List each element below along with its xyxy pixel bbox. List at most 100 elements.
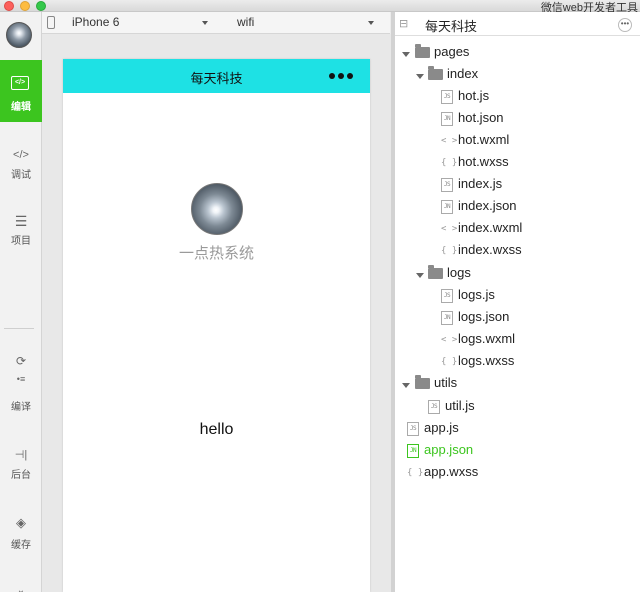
tree-file[interactable]: { } index.wxss bbox=[395, 241, 640, 263]
js-file-icon: JS bbox=[441, 90, 453, 104]
project-title: 每天科技 bbox=[425, 19, 478, 34]
hello-text: hello bbox=[199, 421, 234, 438]
tree-file[interactable]: < > index.wxml bbox=[395, 219, 640, 241]
file-name: hot.wxml bbox=[458, 132, 510, 147]
tree-file[interactable]: { } hot.wxss bbox=[395, 153, 640, 175]
wxss-file-icon: { } bbox=[407, 468, 424, 478]
nav-title: 每天科技 bbox=[190, 71, 243, 86]
file-name: util.js bbox=[445, 398, 475, 413]
chevron-down-icon[interactable] bbox=[368, 21, 374, 25]
wxss-file-icon: { } bbox=[441, 158, 458, 168]
js-file-icon: JS bbox=[428, 400, 440, 414]
json-file-icon: JN bbox=[441, 311, 453, 325]
tree-file[interactable]: { } app.wxss bbox=[395, 463, 640, 485]
sidebar-item-backend[interactable]: ⊣| 后台 bbox=[0, 442, 42, 504]
sidebar-item-debug[interactable]: </> 调试 bbox=[0, 138, 42, 200]
debug-code-icon: </> bbox=[13, 149, 29, 161]
tree-file-selected[interactable]: JN app.json bbox=[395, 441, 640, 463]
js-file-icon: JS bbox=[407, 422, 419, 436]
edit-icon: </> bbox=[11, 76, 29, 90]
tree-file[interactable]: JN hot.json bbox=[395, 109, 640, 131]
tree-file[interactable]: JS util.js bbox=[395, 397, 640, 419]
file-panel-header: ⊟ 每天科技 ••• bbox=[395, 12, 640, 36]
more-icon[interactable] bbox=[329, 73, 353, 79]
sidebar-item-label: 项目 bbox=[11, 236, 31, 247]
tree-file[interactable]: { } logs.wxss bbox=[395, 352, 640, 374]
tree-file[interactable]: JN logs.json bbox=[395, 308, 640, 330]
folder-icon bbox=[415, 375, 430, 389]
tree-folder-utils[interactable]: utils bbox=[395, 374, 640, 396]
tree-folder-pages[interactable]: pages bbox=[395, 43, 640, 65]
chevron-down-icon bbox=[416, 74, 424, 79]
minimize-window-button[interactable] bbox=[20, 1, 30, 11]
file-tree-panel: ⊟ 每天科技 ••• pages index JS hot.js JN hot.… bbox=[395, 12, 640, 592]
file-name: app.js bbox=[424, 420, 459, 435]
chevron-down-icon bbox=[416, 273, 424, 278]
folder-name: logs bbox=[447, 265, 471, 280]
chevron-down-icon bbox=[402, 383, 410, 388]
sidebar-item-edit[interactable]: </> 编辑 bbox=[0, 60, 42, 122]
wxml-file-icon: < > bbox=[441, 224, 458, 234]
tree-folder-logs[interactable]: logs bbox=[395, 264, 640, 286]
folder-name: utils bbox=[434, 375, 458, 390]
json-file-icon: JN bbox=[441, 112, 453, 126]
json-file-icon: JN bbox=[407, 444, 419, 458]
sidebar-item-label: 调试 bbox=[11, 170, 31, 181]
file-name: hot.json bbox=[458, 110, 504, 125]
file-name: index.wxml bbox=[458, 220, 523, 235]
close-window-button[interactable] bbox=[4, 1, 14, 11]
simulator-toolbar: iPhone 6 wifi bbox=[42, 12, 390, 34]
tree-file[interactable]: JS app.js bbox=[395, 419, 640, 441]
project-list-icon: ☰ bbox=[14, 213, 28, 229]
tree-folder-index[interactable]: index bbox=[395, 65, 640, 87]
file-name: app.wxss bbox=[424, 464, 479, 479]
sidebar-item-label: 缓存 bbox=[11, 540, 31, 551]
user-avatar[interactable] bbox=[6, 22, 32, 48]
file-name: hot.js bbox=[458, 88, 490, 103]
more-options-icon[interactable]: ••• bbox=[618, 18, 632, 32]
compile-icon: ⟳ bbox=[15, 354, 27, 368]
js-file-icon: JS bbox=[441, 289, 453, 303]
simulator-area: 每天科技 一点热系统 hello bbox=[42, 34, 391, 592]
folder-name: pages bbox=[434, 44, 470, 59]
left-sidebar: </> 编辑 </> 调试 ☰ 项目 ⟳ •≡ 编译 ⊣| 后台 ◈ 缓存 ⌄ bbox=[0, 12, 42, 592]
device-icon bbox=[47, 16, 55, 29]
file-name: hot.wxss bbox=[458, 154, 509, 169]
folder-icon bbox=[415, 44, 430, 58]
sidebar-item-cache[interactable]: ◈ 缓存 bbox=[0, 510, 42, 572]
sidebar-item-compile[interactable]: ⟳ •≡ 编译 bbox=[0, 348, 42, 413]
wxss-file-icon: { } bbox=[441, 357, 458, 367]
user-nickname: 一点热系统 bbox=[178, 245, 254, 262]
tree-file[interactable]: JN index.json bbox=[395, 197, 640, 219]
tree-icon: ⊟ bbox=[399, 18, 409, 30]
sidebar-item-project[interactable]: ☰ 项目 bbox=[0, 204, 42, 266]
folder-icon bbox=[428, 265, 443, 279]
sidebar-item-label: 后台 bbox=[11, 470, 31, 481]
chevron-down-icon[interactable]: ⌄ bbox=[11, 582, 31, 592]
chevron-down-icon[interactable] bbox=[202, 21, 208, 25]
cache-layers-icon: ◈ bbox=[16, 515, 26, 530]
network-select[interactable]: wifi bbox=[237, 15, 254, 29]
tree-file[interactable]: JS logs.js bbox=[395, 286, 640, 308]
device-select[interactable]: iPhone 6 bbox=[72, 15, 119, 29]
tree-file[interactable]: < > logs.wxml bbox=[395, 330, 640, 352]
phone-screen: 每天科技 一点热系统 hello bbox=[63, 59, 370, 592]
file-name: index.wxss bbox=[458, 242, 522, 257]
wxss-file-icon: { } bbox=[441, 246, 458, 256]
file-name: app.json bbox=[424, 442, 474, 457]
chevron-down-icon bbox=[402, 52, 410, 57]
sidebar-divider bbox=[4, 328, 34, 329]
backend-icon: ⊣| bbox=[14, 449, 28, 461]
file-name: logs.json bbox=[458, 309, 510, 324]
zoom-window-button[interactable] bbox=[36, 1, 46, 11]
window-title-bar: 微信web开发者工具 bbox=[0, 0, 640, 14]
tree-file[interactable]: JS hot.js bbox=[395, 87, 640, 109]
navigation-bar: 每天科技 bbox=[63, 59, 370, 93]
sidebar-item-label: 编译 bbox=[11, 402, 31, 413]
tree-file[interactable]: < > hot.wxml bbox=[395, 131, 640, 153]
file-name: logs.wxml bbox=[458, 331, 516, 346]
tree-file[interactable]: JS index.js bbox=[395, 175, 640, 197]
folder-name: index bbox=[447, 66, 479, 81]
js-file-icon: JS bbox=[441, 178, 453, 192]
file-name: index.js bbox=[458, 176, 503, 191]
